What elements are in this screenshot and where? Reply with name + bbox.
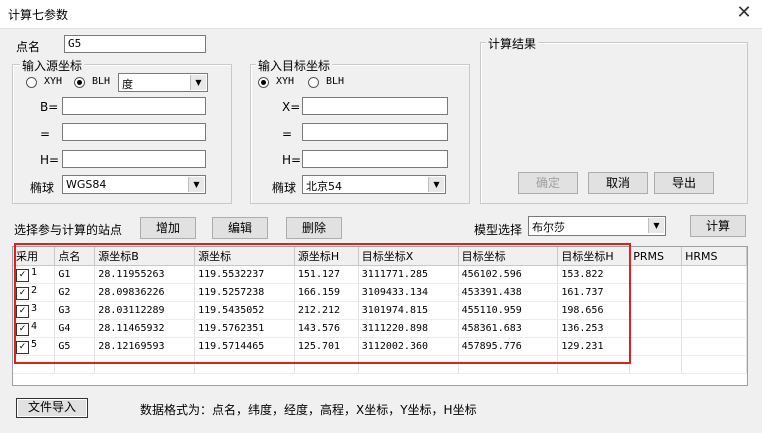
target-x-label: X= [282,100,301,114]
source-xyh-radio[interactable] [26,77,37,88]
source-xyh-label: XYH [44,76,63,87]
rms-cell [629,283,683,302]
rms-cell [681,301,747,320]
stations-label: 选择参与计算的站点 [14,223,123,237]
target-blh-label: BLH [326,76,345,87]
target-xyh-label: XYH [276,76,295,87]
target-xyh-radio[interactable] [258,77,269,88]
source-h-label: H= [40,153,60,167]
cancel-button[interactable]: 取消 [588,172,648,194]
rms-cell [629,337,683,356]
target-ellipsoid-label: 椭球 [272,181,297,195]
target-group-title: 输入目标坐标 [256,57,333,74]
source-b-label: B= [40,100,59,114]
result-group-title: 计算结果 [486,35,539,52]
source-unit-value: 度 [122,78,133,91]
title-bar: 计算七参数 ✕ [0,0,762,29]
target-h-input[interactable] [302,150,448,168]
delete-button[interactable]: 删除 [286,217,342,239]
model-select[interactable]: 布尔莎 ▼ [528,216,666,236]
source-unit-select[interactable]: 度 ▼ [118,73,208,92]
source-group-title: 输入源坐标 [20,57,85,74]
source-blh-radio[interactable] [74,77,85,88]
rms-cell [681,337,747,356]
format-note: 数据格式为：点名，纬度，经度，高程，X坐标，Y坐标，H坐标 [140,403,477,417]
chevron-down-icon: ▼ [648,218,664,233]
source-ellipsoid-value: WGS84 [66,178,107,191]
target-y-input[interactable] [302,123,448,141]
highlight-box [14,243,631,364]
edit-button[interactable]: 编辑 [212,217,268,239]
source-blh-label: BLH [92,76,111,87]
model-value: 布尔莎 [532,221,565,234]
add-button[interactable]: 增加 [140,217,196,239]
target-y-label: = [282,127,293,141]
rms-cell [681,265,747,284]
source-l-input[interactable] [62,123,206,141]
target-x-input[interactable] [302,97,448,115]
empty-cell [681,355,747,374]
rms-cell [629,265,683,284]
target-h-label: H= [282,153,302,167]
source-h-input[interactable] [62,150,206,168]
export-button[interactable]: 导出 [654,172,714,194]
source-ellipsoid-select[interactable]: WGS84 ▼ [62,175,206,194]
target-blh-radio[interactable] [308,77,319,88]
compute-button[interactable]: 计算 [690,215,746,237]
point-name-label: 点名 [16,40,41,54]
target-ellipsoid-select[interactable]: 北京54 ▼ [302,175,446,194]
target-ellipsoid-value: 北京54 [306,180,342,193]
source-ellipsoid-label: 椭球 [30,181,55,195]
chevron-down-icon: ▼ [428,177,444,192]
window-title: 计算七参数 [8,8,69,22]
chevron-down-icon: ▼ [188,177,204,192]
rms-cell [681,283,747,302]
import-file-button[interactable]: 文件导入 [16,398,88,418]
source-l-label: = [40,127,51,141]
close-icon[interactable]: ✕ [732,2,756,24]
rms-cell [681,319,747,338]
rms-cell [629,319,683,338]
rms-cell [629,301,683,320]
source-b-input[interactable] [62,97,206,115]
empty-cell [629,355,683,374]
ok-button[interactable]: 确定 [518,172,578,194]
chevron-down-icon: ▼ [190,75,206,90]
col-header[interactable]: PRMS [629,247,683,266]
col-header[interactable]: HRMS [681,247,747,266]
model-label: 模型选择 [474,223,523,237]
point-name-input[interactable]: G5 [64,35,206,53]
